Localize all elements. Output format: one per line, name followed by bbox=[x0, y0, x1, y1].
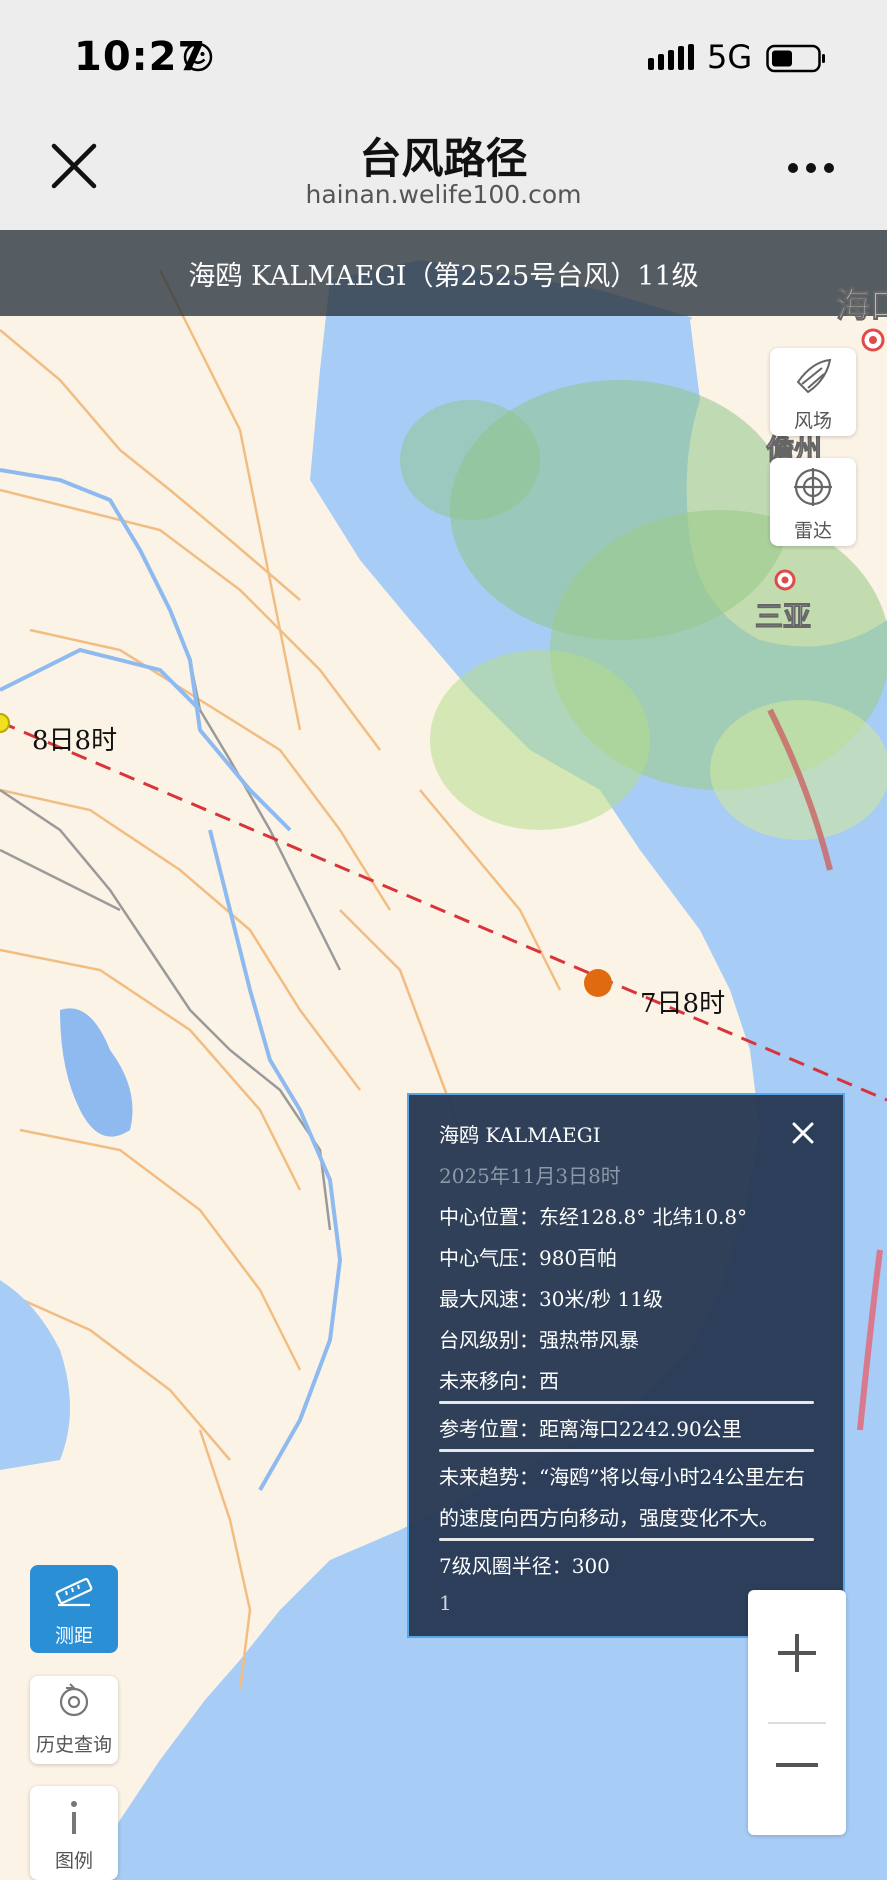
zoom-in-button[interactable] bbox=[748, 1590, 846, 1710]
track-label-7th: 7日8时 bbox=[640, 989, 726, 1019]
city-label-haikou: 海口 bbox=[836, 286, 887, 327]
typhoon-info-popup: 海鸥 KALMAEGI 2025年11月3日8时 中心位置：东经128.8° 北… bbox=[407, 1093, 845, 1638]
popup-trend-line1: 未来趋势：“海鸥”将以每小时24公里左右 bbox=[439, 1465, 805, 1489]
more-icon[interactable] bbox=[786, 148, 836, 188]
wind-field-button[interactable]: 风场 bbox=[770, 348, 856, 436]
track-label-8th: 8日8时 bbox=[32, 726, 118, 756]
plus-icon bbox=[778, 1634, 816, 1672]
zoom-divider bbox=[768, 1722, 826, 1724]
popup-level: 台风级别：强热带风暴 bbox=[439, 1328, 639, 1352]
radar-button[interactable]: 雷达 bbox=[770, 458, 856, 546]
popup-time: 2025年11月3日8时 bbox=[439, 1164, 621, 1188]
popup-typhoon-name: 海鸥 KALMAEGI bbox=[439, 1123, 601, 1147]
zoom-controls bbox=[748, 1590, 846, 1835]
radar-label: 雷达 bbox=[793, 520, 832, 542]
page-domain: hainan.welife100.com bbox=[305, 180, 582, 209]
popup-max-wind: 最大风速：30米/秒 11级 bbox=[439, 1287, 663, 1311]
legend-button[interactable]: 图例 bbox=[30, 1786, 118, 1880]
typhoon-banner-text: 海鸥 KALMAEGI（第2525号台风）11级 bbox=[188, 261, 699, 292]
battery-icon bbox=[766, 44, 825, 73]
popup-divider bbox=[439, 1449, 814, 1452]
popup-divider bbox=[439, 1401, 814, 1404]
popup-direction: 未来移向：西 bbox=[439, 1369, 559, 1393]
history-icon bbox=[59, 1683, 89, 1717]
popup-center-position: 中心位置：东经128.8° 北纬10.8° bbox=[439, 1205, 748, 1229]
wind-field-icon bbox=[796, 358, 832, 394]
zoom-out-button[interactable] bbox=[748, 1725, 846, 1835]
radar-icon bbox=[794, 468, 832, 506]
history-query-label: 历史查询 bbox=[35, 1734, 112, 1756]
legend-label: 图例 bbox=[54, 1850, 93, 1872]
network-type: 5G bbox=[707, 38, 753, 76]
popup-trend-line2: 的速度向西方向移动，强度变化不大。 bbox=[439, 1506, 779, 1530]
minus-icon bbox=[776, 1763, 818, 1767]
ruler-icon bbox=[55, 1577, 93, 1607]
popup-divider bbox=[439, 1538, 814, 1541]
track-point-8th bbox=[0, 713, 10, 733]
wind-field-label: 风场 bbox=[793, 410, 832, 432]
popup-pressure: 中心气压：980百帕 bbox=[439, 1246, 618, 1270]
measure-distance-label: 测距 bbox=[54, 1625, 93, 1647]
popup-close-icon[interactable] bbox=[791, 1121, 815, 1145]
popup-extra: 1 bbox=[439, 1591, 452, 1615]
city-label-sanya: 三亚 bbox=[754, 600, 812, 634]
smiley-icon bbox=[183, 42, 213, 72]
signal-icon bbox=[648, 44, 694, 70]
history-query-button[interactable]: 历史查询 bbox=[30, 1676, 118, 1764]
popup-wind-radius: 7级风圈半径：300 bbox=[439, 1554, 610, 1578]
info-icon bbox=[71, 1801, 77, 1834]
track-point-7th bbox=[584, 969, 612, 997]
page-title: 台风路径 bbox=[359, 134, 528, 183]
popup-reference-position: 参考位置：距离海口2242.90公里 bbox=[439, 1417, 742, 1441]
measure-distance-button[interactable]: 测距 bbox=[30, 1565, 118, 1653]
